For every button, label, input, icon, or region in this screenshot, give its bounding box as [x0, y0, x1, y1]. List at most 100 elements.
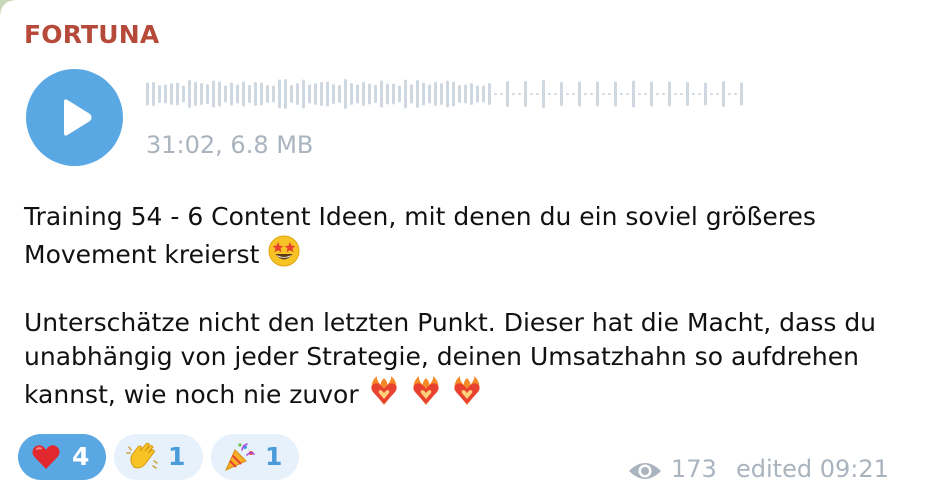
heart-on-fire-emoji: [454, 376, 481, 405]
waveform-bar: [224, 85, 227, 103]
waveform-bar: [176, 82, 179, 106]
message-paragraph-1: Training 54 - 6 Content Ideen, mit denen…: [24, 200, 924, 272]
edited-time: edited 09:21: [736, 455, 889, 483]
message-bubble: FORTUNA 31:02, 6.8 MB Training 54 - 6 Co…: [0, 0, 948, 498]
waveform-bar: [458, 85, 461, 103]
reaction-clap-count: 1: [168, 442, 186, 471]
waveform-bar: [608, 93, 611, 95]
waveform-bar: [500, 93, 503, 95]
waveform-bar: [470, 83, 473, 105]
waveform-bar: [512, 93, 515, 95]
waveform-bar: [560, 82, 563, 106]
waveform-bar: [380, 80, 383, 108]
waveform-bar: [548, 93, 551, 95]
play-icon: [64, 99, 92, 136]
waveform-bar: [650, 81, 653, 107]
waveform-bar: [146, 82, 149, 106]
waveform-bar: [626, 93, 629, 95]
waveform-bar: [692, 93, 695, 95]
audio-play-button[interactable]: [26, 69, 123, 166]
waveform-bar: [740, 82, 743, 106]
waveform-bar: [392, 83, 395, 105]
waveform-bar: [638, 93, 641, 95]
waveform-bar: [242, 81, 245, 107]
views-count: 173: [671, 455, 717, 483]
waveform-bar: [386, 83, 389, 105]
sender-name[interactable]: FORTUNA: [24, 20, 159, 49]
waveform-bar: [302, 79, 305, 109]
waveform-bar: [338, 85, 341, 103]
waveform-bar: [266, 85, 269, 103]
waveform-bar: [236, 84, 239, 104]
waveform-bar: [326, 81, 329, 107]
waveform-bar: [728, 93, 731, 95]
waveform-bar: [566, 93, 569, 95]
waveform-bar: [416, 80, 419, 108]
waveform-bar: [716, 93, 719, 95]
waveform-bar: [554, 93, 557, 95]
waveform-bar: [524, 81, 527, 107]
reaction-heart[interactable]: 4: [18, 434, 106, 480]
heart-on-fire-emoji: [370, 376, 397, 405]
waveform-bar: [158, 85, 161, 103]
waveform-bar: [398, 85, 401, 103]
waveform-bar: [356, 84, 359, 104]
waveform-bar: [614, 81, 617, 107]
waveform-bar: [674, 93, 677, 95]
waveform-bar: [452, 81, 455, 107]
waveform-bar: [440, 83, 443, 105]
waveform-bar: [212, 80, 215, 108]
waveform-bar: [230, 82, 233, 106]
waveform-bar: [476, 85, 479, 103]
reaction-party[interactable]: 1: [211, 434, 299, 480]
party-popper-emoji: [225, 443, 255, 471]
reaction-clap[interactable]: 1: [114, 434, 203, 480]
eye-icon: [629, 463, 661, 479]
waveform-bar: [542, 80, 545, 108]
waveform-bar: [506, 81, 509, 107]
message-line-2: Movement kreierst: [24, 240, 260, 269]
waveform-bar: [248, 85, 251, 103]
waveform-bar: [434, 82, 437, 106]
waveform-bar: [704, 82, 707, 106]
clapping-hands-emoji: [126, 442, 158, 469]
waveform-bar: [320, 82, 323, 106]
reaction-party-count: 1: [265, 442, 283, 471]
bubble-corner: [0, 0, 14, 14]
waveform-bar: [344, 79, 347, 109]
waveform-bar: [584, 93, 587, 95]
audio-waveform[interactable]: [146, 74, 746, 114]
waveform-bar: [272, 85, 275, 103]
waveform-bar: [644, 93, 647, 95]
audio-duration-size: 31:02, 6.8 MB: [146, 131, 314, 159]
waveform-bar: [446, 80, 449, 108]
waveform-bar: [314, 83, 317, 105]
waveform-bar: [410, 84, 413, 104]
waveform-bar: [620, 93, 623, 95]
waveform-bar: [296, 83, 299, 105]
waveform-bar: [686, 82, 689, 106]
waveform-bar: [290, 85, 293, 103]
waveform-bar: [404, 79, 407, 109]
waveform-bar: [284, 79, 287, 109]
waveform-bar: [530, 93, 533, 95]
waveform-bar: [188, 80, 191, 108]
waveform-bar: [422, 82, 425, 106]
waveform-bar: [518, 93, 521, 95]
waveform-bar: [734, 93, 737, 95]
waveform-bar: [464, 84, 467, 104]
star-struck-emoji: [268, 235, 300, 267]
heart-on-fire-emoji-group: [367, 376, 485, 409]
waveform-bar: [488, 83, 491, 105]
waveform-bar: [698, 93, 701, 95]
waveform-bar: [350, 83, 353, 105]
heart-on-fire-emoji: [412, 376, 439, 405]
waveform-bar: [254, 82, 257, 106]
waveform-bar: [722, 81, 725, 107]
waveform-bar: [632, 80, 635, 108]
waveform-bar: [308, 84, 311, 104]
waveform-bar: [170, 83, 173, 105]
message-paragraph-2: Unterschätze nicht den letzten Punkt. Di…: [24, 306, 924, 412]
waveform-bar: [332, 84, 335, 104]
message-line-1: Training 54 - 6 Content Ideen, mit denen…: [24, 202, 816, 231]
